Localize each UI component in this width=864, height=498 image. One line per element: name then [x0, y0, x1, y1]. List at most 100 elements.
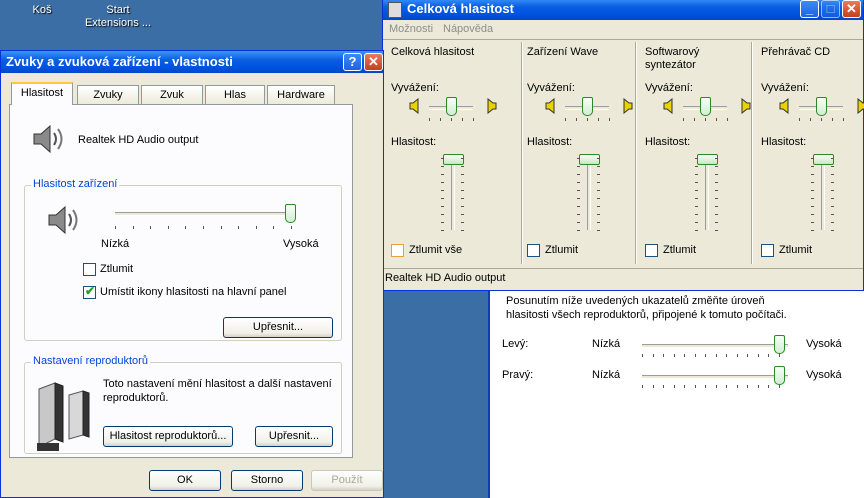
device-volume-slider[interactable]	[285, 204, 296, 223]
left-volume-slider[interactable]	[774, 335, 785, 354]
menu-options[interactable]: Možnosti	[389, 23, 433, 35]
balance-left-speaker-icon	[663, 98, 673, 114]
tick-mark	[577, 214, 580, 215]
tick-mark	[715, 198, 718, 199]
menu-help[interactable]: Nápověda	[443, 23, 493, 35]
recycle-bin-label[interactable]: Koš	[20, 4, 64, 16]
tick-mark	[811, 222, 814, 223]
tick-mark	[715, 230, 718, 231]
tick-mark	[220, 226, 222, 229]
tick-mark	[663, 354, 664, 357]
speaker-volume-button[interactable]: Hlasitost reproduktorů...	[103, 426, 233, 447]
balance-right-speaker-icon	[623, 98, 633, 114]
high-label: Vysoká	[283, 238, 319, 250]
tick-mark	[778, 354, 780, 357]
close-button[interactable]: ✕	[842, 0, 861, 18]
tick-mark	[597, 230, 600, 231]
tick-mark	[715, 166, 718, 167]
mute-checkbox[interactable]	[761, 244, 774, 257]
channel-separator	[635, 42, 637, 264]
mute-checkbox[interactable]	[527, 244, 540, 257]
tick-mark	[715, 385, 717, 388]
balance-slider[interactable]	[700, 97, 711, 116]
ok-button[interactable]: OK	[149, 470, 221, 491]
balance-slider[interactable]	[446, 97, 457, 116]
tick-mark	[832, 118, 833, 121]
tick-mark	[831, 214, 834, 215]
tick-mark	[598, 118, 599, 121]
maximize-button[interactable]: □	[821, 0, 840, 18]
volume-slider[interactable]	[697, 154, 718, 165]
tab-hlas[interactable]: Hlas	[205, 85, 265, 105]
tick-mark	[726, 354, 727, 357]
balance-slider[interactable]	[582, 97, 593, 116]
volume-track	[705, 156, 709, 230]
tick-mark	[461, 166, 464, 167]
tab-zvuky[interactable]: Zvuky	[77, 85, 139, 105]
cancel-button[interactable]: Storno	[231, 470, 303, 491]
mute-checkbox[interactable]	[391, 244, 404, 257]
right-volume-slider[interactable]	[774, 366, 785, 385]
tick-mark	[461, 230, 464, 231]
tick-mark	[291, 226, 292, 229]
device-volume-group-title: Hlasitost zařízení	[31, 178, 120, 190]
mixer-channel: Celková hlasitost Vyvážení: Hlasitost: Z…	[389, 42, 499, 268]
tray-icon-checkbox[interactable]: ✔	[83, 284, 96, 299]
tick-mark	[715, 354, 717, 357]
tick-mark	[132, 226, 134, 229]
mute-checkbox[interactable]	[83, 263, 96, 276]
volume-slider[interactable]	[579, 154, 600, 165]
tick-mark	[715, 190, 718, 191]
sounds-properties-dialog: Zvuky a zvuková zařízení - vlastnosti ? …	[0, 50, 384, 498]
tick-mark	[695, 230, 698, 231]
tab-hardware[interactable]: Hardware	[267, 85, 335, 105]
tick-mark	[461, 190, 464, 191]
volume-slider[interactable]	[443, 154, 464, 165]
tick-mark	[461, 158, 464, 159]
speaker-advanced-button[interactable]: Upřesnit...	[255, 426, 333, 447]
tick-mark	[577, 206, 580, 207]
apply-button[interactable]: Použít	[311, 470, 383, 491]
tick-mark	[167, 226, 169, 229]
tick-mark	[694, 385, 696, 388]
device-advanced-button[interactable]: Upřesnit...	[223, 317, 333, 338]
left-channel-label: Levý:	[502, 338, 529, 350]
tick-mark	[810, 118, 811, 121]
speaker-settings-group: Nastavení reproduktorů Toto nastavení mě…	[24, 355, 342, 454]
balance-right-speaker-icon	[741, 98, 751, 114]
help-button[interactable]: ?	[343, 53, 362, 71]
tick-mark	[695, 182, 698, 183]
tick-mark	[115, 226, 116, 229]
mixer-titlebar[interactable]: Celková hlasitost	[383, 0, 863, 20]
tick-mark	[673, 354, 675, 357]
tick-mark	[757, 385, 759, 388]
tray-icon-label: Umístit ikony hlasitosti na hlavní panel	[100, 286, 287, 298]
mute-checkbox[interactable]	[645, 244, 658, 257]
low-label: Nízká	[101, 238, 130, 250]
minimize-button[interactable]: _	[800, 0, 819, 18]
mute-label: Ztlumit vše	[409, 244, 463, 256]
tick-mark	[461, 206, 464, 207]
balance-slider[interactable]	[816, 97, 827, 116]
tick-mark	[461, 222, 464, 223]
sounds-titlebar[interactable]: Zvuky a zvuková zařízení - vlastnosti	[1, 51, 383, 73]
channel-separator	[521, 42, 523, 264]
tick-mark	[727, 118, 728, 121]
right-high-label: Vysoká	[806, 369, 842, 381]
tick-mark	[441, 198, 444, 199]
close-button[interactable]: ✕	[364, 53, 383, 71]
speaker-settings-group-title: Nastavení reproduktorů	[31, 355, 150, 367]
tab-strip: Hlasitost Zvuky Zvuk Hlas Hardware	[11, 82, 371, 105]
start-extensions-label[interactable]: Start Extensions ...	[72, 4, 164, 30]
balance-label: Vyvážení:	[527, 82, 575, 94]
tab-hlasitost[interactable]: Hlasitost	[11, 82, 73, 105]
tab-zvuk[interactable]: Zvuk	[141, 85, 203, 105]
tick-mark	[441, 158, 444, 159]
tick-mark	[831, 182, 834, 183]
tick-mark	[799, 118, 800, 121]
volume-slider[interactable]	[813, 154, 834, 165]
tick-mark	[185, 226, 187, 229]
mixer-status-text: Realtek HD Audio output	[385, 272, 506, 284]
tick-mark	[683, 118, 684, 121]
tick-mark	[203, 226, 204, 229]
